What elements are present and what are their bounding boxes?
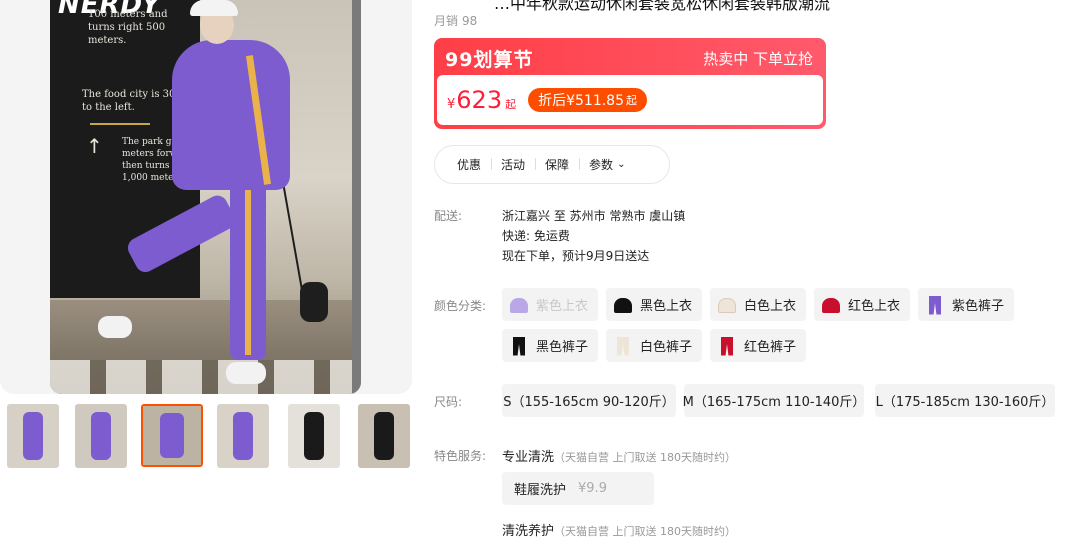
shipping-eta: 现在下单，预计9月9日送达 <box>502 249 650 263</box>
price-currency: ¥ <box>447 97 456 112</box>
shipping-label: 配送: <box>434 209 463 223</box>
shirt-icon <box>716 294 738 316</box>
model-shoe-left <box>98 316 132 338</box>
color-option-red-top[interactable]: 红色上衣 <box>814 288 910 321</box>
thumbnail-1[interactable] <box>7 404 59 468</box>
thumbnail-5[interactable] <box>288 404 340 468</box>
promo-header: 99划算节 热卖中 下单立抢 <box>437 41 823 75</box>
shirt-icon <box>612 294 634 316</box>
thumbnail-model <box>160 413 184 458</box>
monthly-sales: 月销 98 <box>434 12 477 29</box>
shipping-info: 浙江嘉兴 至 苏州市 常熟市 虞山镇 快递: 免运费 现在下单，预计9月9日送达 <box>502 206 685 266</box>
model-shoe-right <box>226 362 266 384</box>
discount-price-suffix: 起 <box>626 94 637 107</box>
shirt-icon <box>820 294 842 316</box>
discount-price-label: 折后¥511.85 <box>538 93 624 109</box>
chevron-down-icon: ⌄ <box>617 159 626 170</box>
shipping-express: 快递: 免运费 <box>502 229 570 243</box>
discount-price-badge: 折后¥511.85 起 <box>528 88 647 112</box>
color-option-white-pants[interactable]: 白色裤子 <box>606 329 702 362</box>
service-note: （天猫自营 上门取送 180天随时约） <box>554 451 737 464</box>
arrow-up-icon: ↑ <box>86 134 103 158</box>
promo-logo: 99划算节 <box>445 48 534 71</box>
services-label: 特色服务: <box>434 449 487 463</box>
thumbnail-4[interactable] <box>217 404 269 468</box>
thumbnail-model <box>303 411 325 461</box>
color-option-black-pants[interactable]: 黑色裤子 <box>502 329 598 362</box>
color-option-label: 红色裤子 <box>744 340 797 355</box>
thumbnail-2[interactable] <box>75 404 127 468</box>
service-option-price: ¥9.9 <box>578 481 607 496</box>
image-sign-text-top: 100 meters and turns right 500 meters. <box>88 9 168 46</box>
price-suffix: 起 <box>505 98 517 111</box>
color-option-label: 黑色裤子 <box>536 340 589 355</box>
size-option-m[interactable]: M（165-175cm 110-140斤） <box>683 384 865 417</box>
pants-icon <box>508 335 530 357</box>
color-option-label: 紫色上衣 <box>536 299 589 314</box>
pants-icon <box>716 335 738 357</box>
thumbnail-model <box>232 411 254 461</box>
promo-slogan: 热卖中 下单立抢 <box>703 49 813 68</box>
size-option-l[interactable]: L（175-185cm 130-160斤） <box>875 384 1055 417</box>
sales-count: 98 <box>462 14 478 28</box>
price-value: 623 <box>456 86 503 114</box>
color-option-red-pants[interactable]: 红色裤子 <box>710 329 806 362</box>
thumbnail-model <box>373 411 395 461</box>
info-tabs: 优惠 活动 保障 参数 ⌄ <box>434 145 670 184</box>
main-product-image[interactable]: NERDY 100 meters and turns right 500 met… <box>0 0 412 394</box>
promo-banner: 99划算节 热卖中 下单立抢 ¥ 623 起 折后¥511.85 起 <box>434 38 826 129</box>
thumbnail-model <box>90 411 112 461</box>
tab-label: 保障 <box>545 158 570 172</box>
model-jacket <box>172 40 290 190</box>
promo-price-box: ¥ 623 起 折后¥511.85 起 <box>437 75 823 125</box>
thumbnail-3[interactable] <box>141 404 203 467</box>
model-bag <box>300 282 328 322</box>
price: ¥ 623 起 <box>447 86 516 114</box>
color-option-purple-pants[interactable]: 紫色裤子 <box>918 288 1014 321</box>
tab-discounts[interactable]: 优惠 <box>447 156 491 173</box>
service-cleaning-care: 清洗养护（天猫自营 上门取送 180天随时约） <box>502 520 736 539</box>
product-info-panel: …中年秋款运动休闲套装宽松休闲套装韩版潮流 月销 98 99划算节 热卖中 下单立… <box>434 0 1080 546</box>
service-professional-cleaning: 专业清洗（天猫自营 上门取送 180天随时约） <box>502 446 736 465</box>
service-option-shoe-care[interactable]: 鞋履洗护 ¥9.9 <box>502 472 654 505</box>
tab-activities[interactable]: 活动 <box>491 156 535 173</box>
pants-icon <box>612 335 634 357</box>
crosswalk <box>50 360 361 394</box>
color-option-label: 黑色上衣 <box>640 299 693 314</box>
tab-label: 参数 <box>589 158 614 172</box>
thumbnail-6[interactable] <box>358 404 410 468</box>
shipping-route: 浙江嘉兴 至 苏州市 常熟市 虞山镇 <box>502 209 686 223</box>
size-option-s[interactable]: S（155-165cm 90-120斤） <box>502 384 676 417</box>
product-photo: NERDY 100 meters and turns right 500 met… <box>50 0 361 394</box>
thumbnail-strip <box>0 404 412 468</box>
tab-label: 优惠 <box>457 158 482 172</box>
pants-icon <box>924 294 946 316</box>
size-label: 尺码: <box>434 395 463 409</box>
product-title: …中年秋款运动休闲套装宽松休闲套装韩版潮流 <box>494 0 831 13</box>
color-option-label: 白色上衣 <box>744 299 797 314</box>
tab-parameters[interactable]: 参数 ⌄ <box>579 156 635 173</box>
service-title: 清洗养护 <box>502 524 555 539</box>
color-option-purple-top[interactable]: 紫色上衣 <box>502 288 598 321</box>
shirt-icon <box>508 294 530 316</box>
color-option-label: 红色上衣 <box>848 299 901 314</box>
color-option-white-top[interactable]: 白色上衣 <box>710 288 806 321</box>
service-note: （天猫自营 上门取送 180天随时约） <box>554 525 737 538</box>
service-option-label: 鞋履洗护 <box>514 483 567 498</box>
model-cap <box>190 0 238 16</box>
sign-divider <box>90 123 150 125</box>
pants-stripe <box>245 185 251 355</box>
color-option-label: 紫色裤子 <box>952 299 1005 314</box>
color-option-label: 白色裤子 <box>640 340 693 355</box>
tab-guarantee[interactable]: 保障 <box>535 156 579 173</box>
product-page: NERDY 100 meters and turns right 500 met… <box>0 0 1080 546</box>
sales-label: 月销 <box>434 14 459 28</box>
service-title: 专业清洗 <box>502 450 555 465</box>
tab-label: 活动 <box>501 158 526 172</box>
color-option-black-top[interactable]: 黑色上衣 <box>606 288 702 321</box>
pole <box>352 0 361 394</box>
thumbnail-model <box>22 411 44 461</box>
color-label: 颜色分类: <box>434 299 487 313</box>
